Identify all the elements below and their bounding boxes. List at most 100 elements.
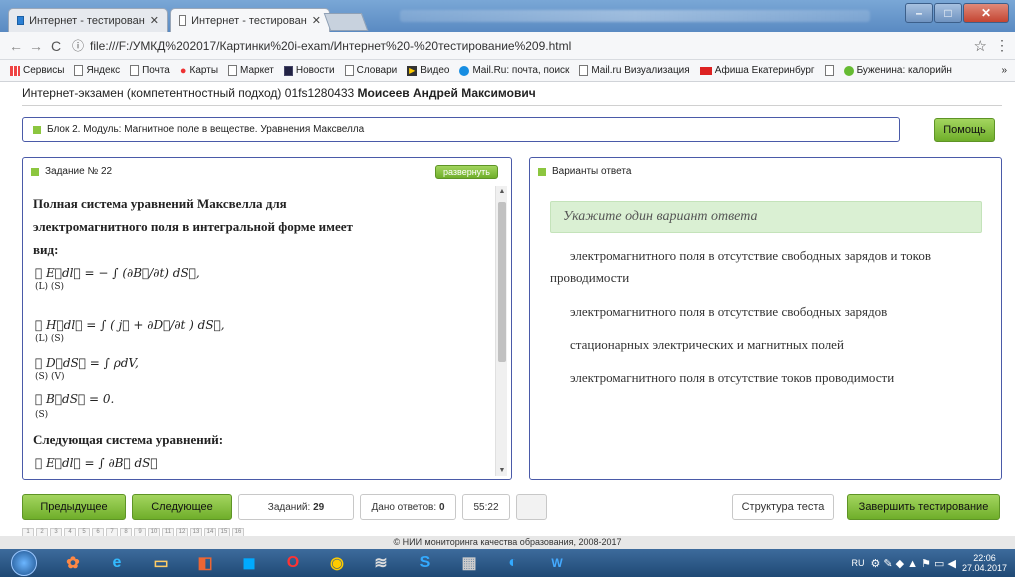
news-icon xyxy=(283,65,293,76)
header-divider xyxy=(22,105,1002,106)
new-tab-button[interactable] xyxy=(323,13,369,31)
navigation-bar: Предыдущее Следующее Заданий: 29 Дано от… xyxy=(0,494,1015,524)
tray-icons: ⚙ ✎ ◆ ▲ ⚑ ▭ ◀ xyxy=(870,557,956,570)
question-line: Полная система уравнений Максвелла для xyxy=(33,196,287,211)
bookmark-label: Словари xyxy=(356,65,398,76)
browser-titlebar: Интернет - тестирован ✕ Интернет - тести… xyxy=(0,0,1015,32)
ie-icon[interactable]: e xyxy=(96,551,138,575)
forward-icon[interactable]: → xyxy=(26,38,46,54)
task-scrollbar[interactable]: ▲ ▼ xyxy=(495,186,507,476)
maximize-button[interactable]: □ xyxy=(934,3,962,23)
bookmark-mail[interactable]: Почта xyxy=(130,65,170,76)
skype-icon[interactable]: S xyxy=(404,551,446,575)
answer-option-3[interactable]: стационарных электрических и магнитных п… xyxy=(570,334,990,356)
start-button[interactable] xyxy=(6,550,42,576)
bookmark-maps[interactable]: ● Карты xyxy=(180,65,218,77)
url-field[interactable]: file:///F:/УМКД%202017/Картинки%20i-exam… xyxy=(90,39,974,53)
green-square-icon xyxy=(538,167,546,176)
timer: 55:22 xyxy=(462,494,510,520)
question-line: Следующая система уравнений: xyxy=(33,432,224,447)
app-icon[interactable]: ≋ xyxy=(360,551,402,575)
answer-option-text: проводимости xyxy=(550,270,630,285)
answer-option-4[interactable]: электромагнитного поля в отсутствие токо… xyxy=(570,367,990,389)
clock[interactable]: 22:06 27.04.2017 xyxy=(962,553,1007,573)
prev-button[interactable]: Предыдущее xyxy=(22,494,126,520)
window-close-button[interactable]: ✕ xyxy=(963,3,1009,23)
scroll-up-icon[interactable]: ▲ xyxy=(496,188,508,195)
page-icon xyxy=(74,65,84,76)
question-line: электромагнитного поля в интегральной фо… xyxy=(33,219,353,234)
answered-count: 0 xyxy=(438,501,445,513)
green-dot-icon xyxy=(843,65,854,76)
answer-hint: Укажите один вариант ответа xyxy=(550,201,982,233)
exam-header: Интернет-экзамен (компетентностный подхо… xyxy=(22,86,536,100)
equation-4-limits: (S) xyxy=(35,410,49,420)
minimize-button[interactable]: – xyxy=(905,3,933,23)
word-icon[interactable]: W xyxy=(536,551,578,575)
language-indicator[interactable]: RU xyxy=(851,558,864,568)
app-icon[interactable]: ◼ xyxy=(228,551,270,575)
app-icon[interactable]: ◐ xyxy=(492,551,534,575)
folder-icon[interactable]: ▭ xyxy=(140,551,182,575)
page-footer: © НИИ мониторинга качества образования, … xyxy=(0,536,1015,549)
next-button[interactable]: Следующее xyxy=(132,494,232,520)
more-bookmarks-icon[interactable]: » xyxy=(1001,65,1007,76)
expand-button[interactable]: развернуть xyxy=(435,165,498,179)
clock-time: 22:06 xyxy=(973,553,996,563)
menu-icon[interactable]: ⋮ xyxy=(995,37,1009,54)
page-icon xyxy=(344,65,354,76)
reload-icon[interactable]: C xyxy=(46,38,66,54)
answers-title: Варианты ответа xyxy=(552,166,632,177)
bookmark-video[interactable]: ▶ Видео xyxy=(407,65,449,76)
test-structure-button[interactable]: Структура теста xyxy=(732,494,834,520)
bookmark-buzhenina[interactable]: Буженина: калорийн xyxy=(843,65,952,76)
tab-2[interactable]: Интернет - тестирован ✕ xyxy=(170,8,330,32)
bookmarks-bar: Сервисы Яндекс Почта ● Карты Маркет Новос… xyxy=(0,60,1015,82)
bookmark-news[interactable]: Новости xyxy=(283,65,335,76)
answer-option-1[interactable]: электромагнитного поля в отсутствие своб… xyxy=(550,245,990,289)
bookmark-services[interactable]: Сервисы xyxy=(10,65,64,76)
bookmark-label: Сервисы xyxy=(23,65,65,76)
bookmark-label: Карты xyxy=(189,65,219,76)
media-app-icon[interactable]: ✿ xyxy=(52,551,94,575)
equation-1-limits: (L) (S) xyxy=(35,282,65,292)
answer-option-text: электромагнитного поля в отсутствие токо… xyxy=(570,370,895,385)
tab-1[interactable]: Интернет - тестирован ✕ xyxy=(8,8,168,32)
app-icon[interactable]: ◧ xyxy=(184,551,226,575)
answers-panel: Варианты ответа Укажите один вариант отв… xyxy=(529,157,1002,480)
scrollbar-thumb[interactable] xyxy=(498,202,506,362)
close-icon[interactable]: ✕ xyxy=(312,14,321,27)
star-icon[interactable]: ☆ xyxy=(974,37,987,55)
bookmark-mailru[interactable]: Mail.Ru: почта, поиск xyxy=(459,65,569,76)
bookmark-label: Mail.Ru: почта, поиск xyxy=(472,65,570,76)
answer-option-text: стационарных электрических и магнитных п… xyxy=(570,337,844,352)
equation-2: ∮ H⃗dl⃗ = ∫ ( j⃗ + ∂D⃗/∂t ) dS⃗, xyxy=(35,318,225,332)
bookmark-mailru-viz[interactable]: Mail.ru Визуализация xyxy=(579,65,690,76)
answer-option-2[interactable]: электромагнитного поля в отсутствие своб… xyxy=(570,301,990,323)
green-square-icon xyxy=(33,125,41,134)
bookmark-afisha[interactable]: Афиша Екатеринбург xyxy=(699,65,815,76)
bookmark-blank[interactable] xyxy=(824,65,834,76)
help-button[interactable]: Помощь xyxy=(934,118,995,142)
opera-icon[interactable]: O xyxy=(272,551,314,575)
info-icon[interactable]: ⓘ xyxy=(72,37,84,54)
task-panel-header: Задание № 22 xyxy=(31,166,112,177)
task-panel: Задание № 22 развернуть Полная система у… xyxy=(22,157,512,480)
bookmark-dictionaries[interactable]: Словари xyxy=(344,65,398,76)
finish-test-button[interactable]: Завершить тестирование xyxy=(847,494,1000,520)
calculator-icon[interactable]: ▦ xyxy=(448,551,490,575)
page-icon xyxy=(579,65,589,76)
close-icon[interactable]: ✕ xyxy=(150,14,159,27)
afisha-icon xyxy=(699,66,712,75)
bookmark-yandex[interactable]: Яндекс xyxy=(74,65,120,76)
blank-button[interactable] xyxy=(516,494,547,520)
bookmark-market[interactable]: Маркет xyxy=(228,65,274,76)
chrome-icon[interactable]: ◉ xyxy=(316,551,358,575)
scroll-down-icon[interactable]: ▼ xyxy=(496,467,508,474)
back-icon[interactable]: ← xyxy=(6,38,26,54)
page-icon xyxy=(179,15,187,26)
bookmark-label: Яндекс xyxy=(86,65,121,76)
address-bar: ← → C ⓘ file:///F:/УМКД%202017/Картинки%… xyxy=(0,32,1015,60)
window-title-blurred xyxy=(400,10,870,22)
tab-2-label: Интернет - тестирован xyxy=(191,14,307,27)
